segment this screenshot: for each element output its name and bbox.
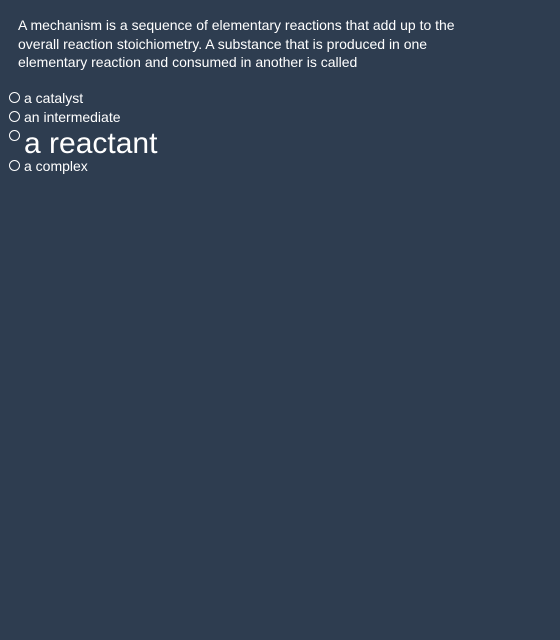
question-text: A mechanism is a sequence of elementary …	[18, 17, 455, 70]
answer-options: a catalyst an intermediate a reactant a …	[9, 89, 157, 175]
option-b-intermediate[interactable]: an intermediate	[9, 108, 157, 128]
radio-button-icon[interactable]	[9, 111, 20, 122]
option-label[interactable]: a reactant	[24, 129, 157, 159]
radio-button-icon[interactable]	[9, 160, 20, 171]
option-label[interactable]: a catalyst	[24, 89, 83, 107]
radio-button-icon[interactable]	[9, 92, 20, 103]
radio-button-icon[interactable]	[9, 130, 20, 141]
option-label[interactable]: an intermediate	[24, 108, 121, 126]
option-c-reactant[interactable]: a reactant	[9, 128, 157, 159]
option-a-catalyst[interactable]: a catalyst	[9, 89, 157, 108]
option-label[interactable]: a complex	[24, 157, 88, 175]
